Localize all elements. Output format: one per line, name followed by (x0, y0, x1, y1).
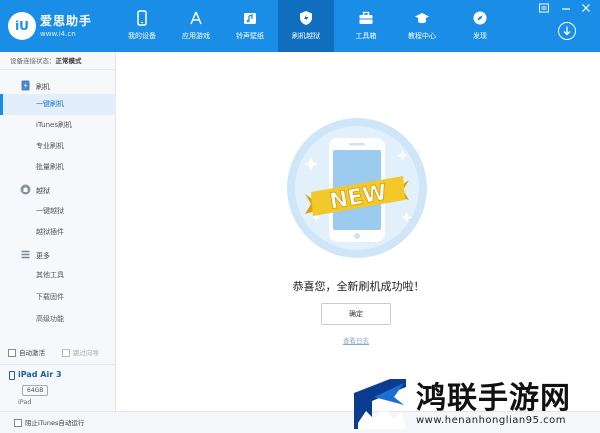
download-button[interactable] (558, 22, 576, 40)
new-phone-illustration: NEW (287, 118, 427, 258)
more-icon (21, 250, 30, 259)
nav-apps-games[interactable]: 应用游戏 (168, 0, 224, 52)
ok-button[interactable]: 确定 (321, 303, 391, 325)
checkbox-box (14, 419, 22, 427)
success-message: 恭喜您，全新刷机成功啦！ (292, 280, 425, 293)
flash-phone-icon (21, 80, 30, 91)
group-label: 刷机 (36, 83, 50, 91)
nav-label: 工具箱 (355, 32, 377, 40)
status-label: 设备连接状态： (10, 57, 56, 65)
view-log-link[interactable]: 查看日志 (117, 335, 595, 345)
nav-label: 铃声壁纸 (236, 32, 264, 40)
device-status: 设备连接状态：正常模式 (0, 52, 116, 70)
logo-badge: iU (8, 12, 36, 40)
nav-label: 应用游戏 (182, 32, 210, 40)
menu-jailbreak-plugins[interactable]: 越狱插件 (0, 222, 116, 243)
flash-icon (300, 11, 312, 25)
group-jailbreak[interactable]: 越狱 (0, 180, 116, 200)
tablet-icon (9, 371, 15, 380)
device-icon (137, 10, 147, 26)
group-label: 更多 (36, 252, 50, 260)
checkbox-label: 跳过向导 (73, 349, 99, 357)
menu-other-tools[interactable]: 其他工具 (0, 265, 116, 286)
nav-label: 我的设备 (128, 32, 156, 40)
nav-ringtone-wallpaper[interactable]: 铃声壁纸 (222, 0, 278, 52)
device-card[interactable]: iPad Air 3 64GB iPad (0, 364, 116, 410)
device-type: iPad (18, 398, 32, 406)
download-icon (563, 26, 571, 36)
compass-icon (473, 11, 487, 25)
menu-icon[interactable] (538, 3, 550, 13)
menu-batch-flash[interactable]: 批量刷机 (0, 157, 116, 178)
menu-itunes-flash[interactable]: iTunes刷机 (0, 115, 116, 136)
group-flash[interactable]: 刷机 (0, 76, 116, 96)
nav-flash-jailbreak[interactable]: 刷机越狱 (278, 0, 334, 52)
app-store-icon (190, 11, 202, 25)
menu-advanced[interactable]: 高级功能 (0, 309, 116, 330)
checkbox-box (8, 349, 16, 357)
jailbreak-icon (20, 184, 31, 195)
auto-activate-checkbox[interactable]: 自动激活 (8, 347, 45, 361)
group-more[interactable]: 更多 (0, 245, 116, 265)
nav-label: 刷机越狱 (292, 32, 320, 40)
checkbox-label: 阻止iTunes自动运行 (25, 419, 85, 427)
watermark-url: www.henanhonglian95.com (416, 415, 567, 426)
nav-tutorials[interactable]: 教程中心 (394, 0, 450, 52)
menu-pro-flash[interactable]: 专业刷机 (0, 136, 116, 157)
nav-my-device[interactable]: 我的设备 (114, 0, 170, 52)
device-name: iPad Air 3 (18, 370, 62, 379)
nav-toolbox[interactable]: 工具箱 (338, 0, 394, 52)
close-icon[interactable] (580, 3, 592, 13)
status-value: 正常模式 (55, 57, 82, 65)
nav-discover[interactable]: 发现 (452, 0, 508, 52)
toolbox-icon (359, 11, 373, 24)
menu-one-click-jailbreak[interactable]: 一键越狱 (0, 201, 116, 222)
brand-url: www.i4.cn (40, 30, 76, 38)
skip-guide-checkbox[interactable]: 跳过向导 (62, 347, 99, 361)
checkbox-label: 自动激活 (19, 349, 45, 357)
watermark-title: 鸿联手游网 (416, 381, 571, 416)
top-bar: iU 爱思助手 www.i4.cn 我的设备 应用游戏 铃声壁纸 刷机越狱 工具… (0, 0, 600, 52)
app-window: iU 爱思助手 www.i4.cn 我的设备 应用游戏 铃声壁纸 刷机越狱 工具… (0, 0, 600, 433)
app-logo: iU 爱思助手 www.i4.cn (8, 10, 108, 44)
group-label: 越狱 (36, 187, 50, 195)
main-content: NEW 恭喜您，全新刷机成功啦！ 确定 查看日志 (117, 52, 600, 411)
minimize-icon[interactable] (560, 3, 572, 13)
watermark-logo (354, 379, 406, 429)
menu-one-click-flash[interactable]: 一键刷机 (0, 94, 116, 115)
menu-download-firmware[interactable]: 下载固件 (0, 287, 116, 308)
nav-label: 发现 (473, 32, 487, 40)
checkbox-box (62, 349, 70, 357)
brand-name: 爱思助手 (40, 14, 93, 28)
sidebar: 设备连接状态：正常模式 刷机 一键刷机 iTunes刷机 专业刷机 批量刷机 越… (0, 52, 116, 433)
device-capacity: 64GB (22, 385, 49, 396)
nav-label: 教程中心 (408, 32, 436, 40)
block-itunes-checkbox[interactable]: 阻止iTunes自动运行 (14, 417, 84, 431)
ringtone-icon (244, 13, 256, 24)
watermark: 鸿联手游网 www.henanhonglian95.com (350, 371, 600, 433)
graduation-cap-icon (415, 13, 429, 24)
